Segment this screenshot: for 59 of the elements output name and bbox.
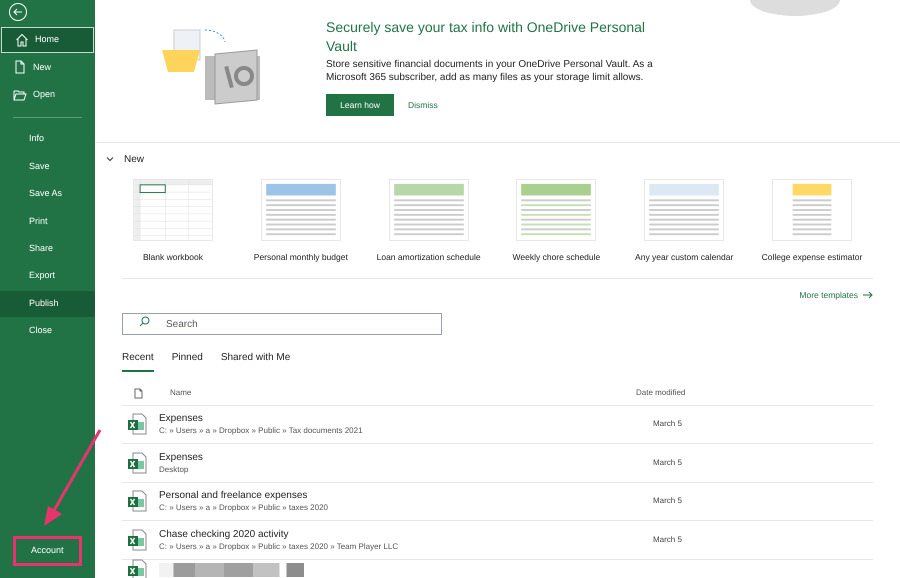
column-header: Name: [170, 387, 192, 399]
sidebar-item[interactable]: Home: [1, 27, 94, 53]
sidebar-item[interactable]: Account: [13, 536, 82, 566]
collapse-chevron-icon[interactable]: [106, 155, 114, 163]
file-row[interactable]: Chase checking 2020 activity C: » Users » a » Dropbox » Public » taxes 2020 » Team Player LLC March 5: [122, 521, 873, 560]
right-arrow-icon: [863, 291, 873, 300]
banner-description: Store sensitive financial documents in your OneDrive Personal Vault. As a Microsoft 365 subscriber, add as many files as your storage limit allows.: [326, 58, 654, 84]
date-modified: March 5: [653, 534, 682, 546]
template-card[interactable]: Weekly chore schedule: [497, 179, 616, 264]
tab[interactable]: Recent: [122, 350, 154, 372]
sidebar-item[interactable]: Export: [0, 263, 95, 290]
file-name: Expenses: [159, 412, 204, 426]
back-arrow-icon: [13, 7, 23, 17]
home-icon: [15, 33, 29, 47]
spreadsheet-file-icon: [127, 452, 147, 474]
sidebar-item[interactable]: Share: [0, 236, 95, 262]
date-modified: March 5: [653, 418, 682, 430]
date-modified: March 5: [653, 456, 682, 469]
folder-icon: [13, 88, 27, 102]
file-row[interactable]: Expenses Desktop March 5: [122, 444, 873, 482]
sidebar-item[interactable]: Open: [0, 82, 95, 108]
template-card[interactable]: Loan amortization schedule: [370, 179, 488, 264]
sidebar-item[interactable]: Print: [0, 208, 95, 234]
back-button[interactable]: [9, 3, 27, 21]
sidebar-item[interactable]: Save As: [0, 180, 95, 207]
dismiss-link[interactable]: Dismiss: [408, 98, 438, 112]
sidebar-item[interactable]: Close: [0, 318, 95, 344]
sidebar-item[interactable]: New: [0, 54, 95, 80]
file-path: C: » Users » a » Dropbox » Public » taxes 2020 » Team Player LLC: [159, 540, 400, 552]
file-path: C: » Users » a » Dropbox » Public » Tax documents 2021: [159, 425, 364, 436]
date-modified: March 5: [653, 495, 682, 508]
sidebar-item[interactable]: Info: [0, 126, 95, 152]
banner-title: Securely save your tax info with OneDrive Personal Vault: [326, 18, 646, 56]
tab[interactable]: Pinned: [172, 350, 203, 372]
search-field[interactable]: Search: [122, 313, 442, 335]
document-icon: [13, 60, 27, 74]
file-row[interactable]: Expenses C: » Users » a » Dropbox » Public » Tax documents 2021 March 5: [122, 406, 873, 444]
sidebar-item[interactable]: Publish: [0, 290, 95, 317]
template-card[interactable]: Personal monthly budget: [242, 179, 360, 264]
spreadsheet-file-icon: [127, 413, 147, 436]
column-header: Date modified: [636, 387, 686, 399]
file-name: Expenses: [159, 450, 204, 464]
template-card[interactable]: Blank workbook: [114, 179, 232, 264]
file-name: Chase checking 2020 activity: [159, 528, 290, 541]
sidebar-item[interactable]: Save: [0, 154, 95, 180]
template-card[interactable]: College expense estimator: [752, 179, 871, 264]
file-name: Personal and freelance expenses: [159, 489, 308, 502]
template-card[interactable]: Any year custom calendar: [625, 179, 744, 264]
file-row[interactable]: Personal and freelance expenses C: » Users » a » Dropbox » Public » taxes 2020 March 5: [122, 482, 873, 521]
section-title: New: [124, 152, 144, 166]
tab[interactable]: Shared with Me: [220, 350, 290, 372]
file-path: Desktop: [159, 464, 190, 475]
spreadsheet-file-icon: [127, 490, 147, 512]
search-icon: [139, 316, 150, 326]
more-templates-link[interactable]: More templates: [799, 288, 873, 302]
file-header-icon: [134, 388, 143, 398]
file-path: C: » Users » a » Dropbox » Public » taxes 2020: [159, 502, 329, 514]
spreadsheet-file-icon: [127, 528, 147, 551]
learn-how-button[interactable]: Learn how: [326, 94, 394, 116]
